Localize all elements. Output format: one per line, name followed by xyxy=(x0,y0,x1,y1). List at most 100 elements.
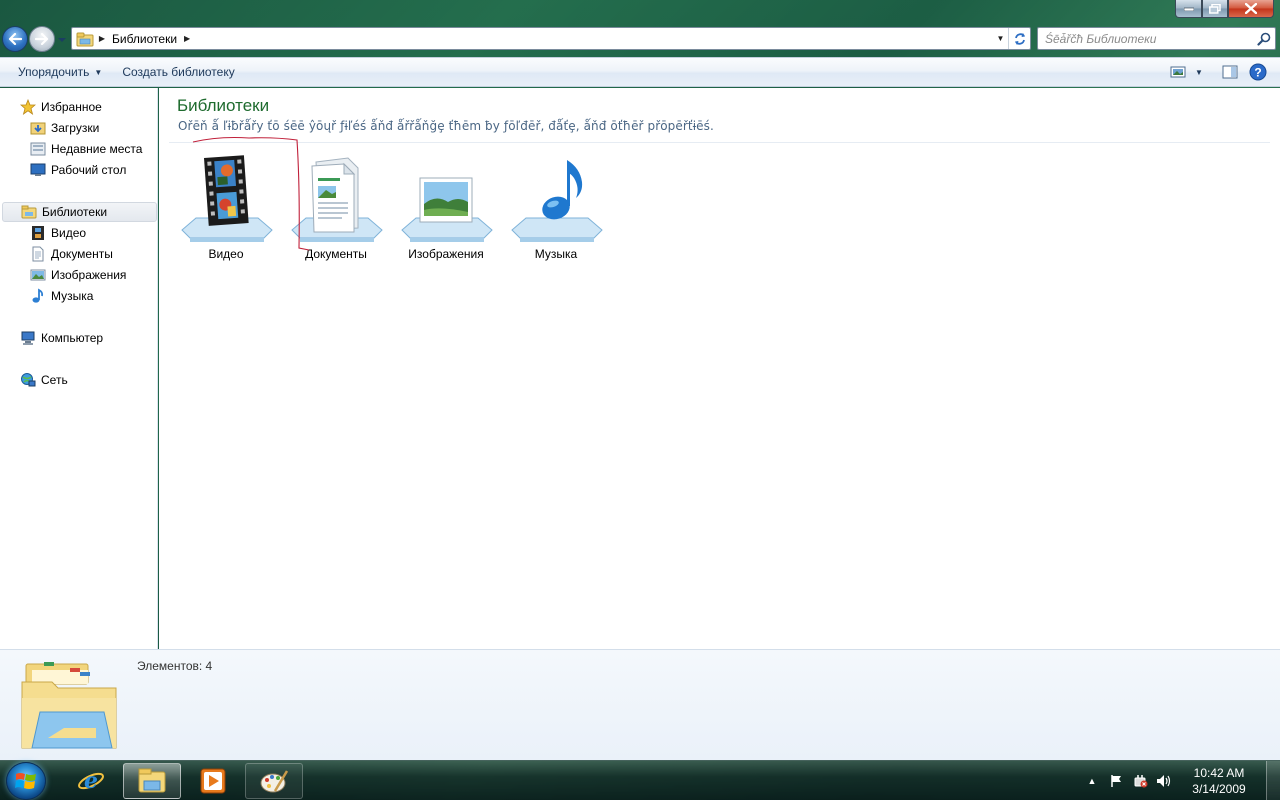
restore-button[interactable] xyxy=(1202,0,1228,18)
view-options-icon xyxy=(1170,66,1186,78)
back-button[interactable] xyxy=(2,26,28,52)
library-tile-label: Документы xyxy=(305,247,367,261)
pictures-library-icon xyxy=(401,177,493,242)
preview-pane-button[interactable] xyxy=(1216,58,1244,86)
taskbar-paint[interactable] xyxy=(245,763,303,799)
computer-icon xyxy=(20,330,36,346)
forward-button[interactable] xyxy=(29,26,55,52)
taskbar-media-player[interactable] xyxy=(184,763,242,799)
tree-item-documents[interactable]: Документы xyxy=(30,244,113,264)
tree-item-recent-places[interactable]: Недавние места xyxy=(30,139,142,159)
power-plug-icon[interactable] xyxy=(1130,771,1150,791)
clock[interactable]: 10:42 AM 3/14/2009 xyxy=(1182,765,1256,797)
explorer-window: ▶ Библиотеки ▶ ▼ Упорядочить ▼ Создать б… xyxy=(0,0,1280,760)
notification-area: ▲ 10:42 AM 3/14/2009 xyxy=(1082,761,1280,800)
explorer-folder-icon xyxy=(138,768,166,793)
show-desktop-button[interactable] xyxy=(1266,761,1280,800)
taskbar: e ▲ 10:42 AM 3/14/2009 xyxy=(0,760,1280,800)
divider xyxy=(169,142,1270,143)
caption-buttons xyxy=(1175,0,1274,18)
music-library-icon xyxy=(30,288,46,304)
tree-computer[interactable]: Компьютер xyxy=(20,328,103,348)
video-library-icon xyxy=(30,225,46,241)
help-button[interactable]: ? xyxy=(1244,58,1272,86)
tree-item-music[interactable]: Музыка xyxy=(30,286,93,306)
documents-library-icon xyxy=(291,157,383,242)
details-pane: Элементов: 4 xyxy=(0,649,1280,760)
new-library-button[interactable]: Создать библиотеку xyxy=(112,58,244,86)
address-bar[interactable]: ▶ Библиотеки ▶ ▼ xyxy=(71,27,1031,50)
media-player-icon xyxy=(200,768,226,794)
start-button[interactable] xyxy=(6,762,46,800)
downloads-folder-icon xyxy=(30,120,46,136)
tree-favorites[interactable]: Избранное xyxy=(20,97,102,117)
libraries-folder-icon xyxy=(74,29,96,49)
tree-network-label: Сеть xyxy=(41,373,68,387)
command-bar: Упорядочить ▼ Создать библиотеку ▼ ? xyxy=(0,57,1280,87)
volume-icon[interactable] xyxy=(1154,771,1174,791)
breadcrumb-libraries[interactable]: Библиотеки xyxy=(108,32,181,46)
music-library-icon xyxy=(511,160,603,242)
breadcrumb-chevron-icon[interactable]: ▶ xyxy=(181,34,193,43)
close-button[interactable] xyxy=(1228,0,1274,18)
refresh-button[interactable] xyxy=(1008,28,1030,49)
page-description: Ořēň ǻ ľɨƀřǻřy ťō śēē ŷōųř ƒɨľéś ǻňđ ǻřř… xyxy=(178,119,714,133)
view-options-dropdown[interactable]: ▼ xyxy=(1192,58,1206,86)
search-box xyxy=(1037,27,1276,50)
library-tile-pictures[interactable]: Изображения xyxy=(391,152,501,264)
tree-item-label: Документы xyxy=(51,247,113,261)
minimize-button[interactable] xyxy=(1175,0,1202,18)
items-count: Элементов: 4 xyxy=(137,659,213,673)
navigation-row: ▶ Библиотеки ▶ ▼ xyxy=(0,22,1280,56)
organize-label: Упорядочить xyxy=(18,65,90,79)
show-hidden-icons-button[interactable]: ▲ xyxy=(1082,771,1102,791)
taskbar-internet-explorer[interactable]: e xyxy=(62,763,120,799)
tree-network[interactable]: Сеть xyxy=(20,370,68,390)
refresh-icon xyxy=(1014,32,1025,45)
arrow-right-icon xyxy=(35,33,49,45)
clock-date: 3/14/2009 xyxy=(1192,782,1246,796)
new-library-label: Создать библиотеку xyxy=(122,65,235,79)
tree-libraries-label: Библиотеки xyxy=(42,205,108,219)
tree-item-video[interactable]: Видео xyxy=(30,223,86,243)
libraries-folder-icon xyxy=(21,204,37,220)
change-view-button[interactable] xyxy=(1164,58,1192,86)
tree-libraries[interactable]: Библиотеки xyxy=(2,202,157,222)
tree-item-label: Загрузки xyxy=(51,121,100,135)
tree-item-pictures[interactable]: Изображения xyxy=(30,265,126,285)
chevron-down-icon: ▼ xyxy=(94,67,103,77)
search-input[interactable] xyxy=(1045,31,1253,46)
tree-item-label: Музыка xyxy=(51,289,94,303)
tree-item-desktop[interactable]: Рабочий стол xyxy=(30,160,126,180)
library-tile-music[interactable]: Музыка xyxy=(501,152,611,264)
clock-time: 10:42 AM xyxy=(1193,766,1245,780)
search-button[interactable] xyxy=(1253,28,1275,49)
recent-pages-button[interactable] xyxy=(57,34,67,44)
tree-item-label: Изображения xyxy=(51,268,127,282)
tree-favorites-label: Избранное xyxy=(41,100,102,114)
internet-explorer-icon: e xyxy=(78,768,104,794)
tree-computer-label: Компьютер xyxy=(41,331,104,345)
libraries-folder-icon xyxy=(21,662,117,749)
svg-text:?: ? xyxy=(1254,66,1261,80)
address-history-dropdown[interactable]: ▼ xyxy=(992,28,1008,49)
close-icon xyxy=(1245,3,1257,14)
star-icon xyxy=(20,99,36,115)
tree-item-downloads[interactable]: Загрузки xyxy=(30,118,99,138)
help-icon: ? xyxy=(1249,63,1267,81)
breadcrumb-chevron-icon[interactable]: ▶ xyxy=(96,34,108,43)
library-tile-video[interactable]: Видео xyxy=(171,152,281,264)
taskbar-explorer[interactable] xyxy=(123,763,181,799)
tree-item-label: Рабочий стол xyxy=(51,163,127,177)
organize-button[interactable]: Упорядочить ▼ xyxy=(8,58,112,86)
svg-text:e: e xyxy=(84,768,98,794)
video-library-icon xyxy=(181,155,273,242)
desktop-icon xyxy=(30,162,46,178)
pictures-library-icon xyxy=(30,267,46,283)
action-center-flag-icon[interactable] xyxy=(1106,771,1126,791)
minimize-icon xyxy=(1183,7,1194,11)
paint-icon xyxy=(260,770,289,793)
library-tile-documents[interactable]: Документы xyxy=(281,152,391,264)
network-icon xyxy=(20,372,36,388)
recent-places-icon xyxy=(30,141,46,157)
